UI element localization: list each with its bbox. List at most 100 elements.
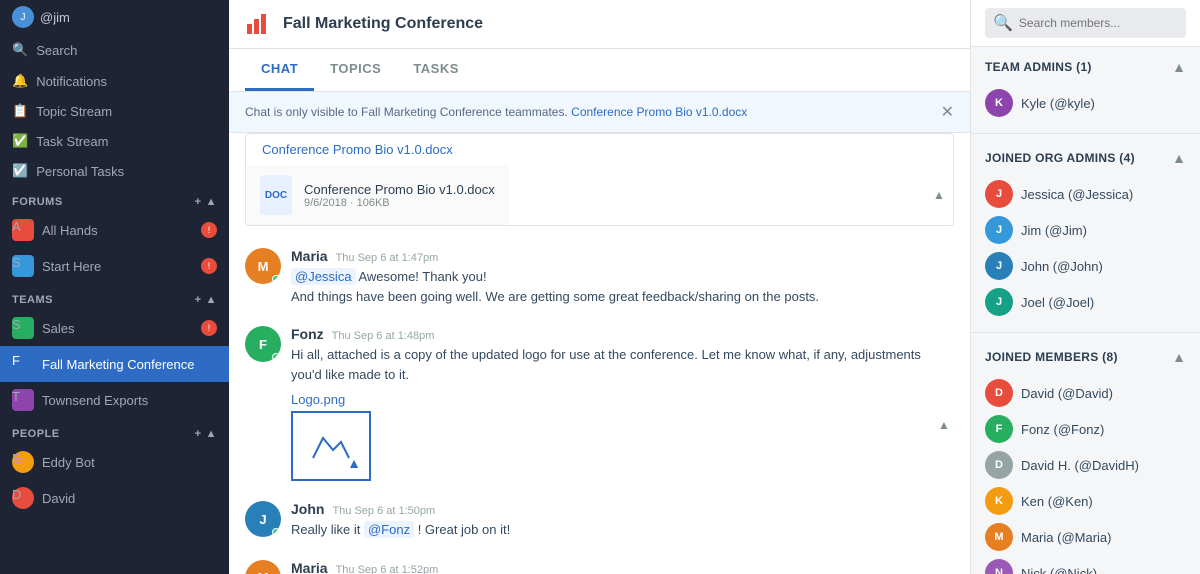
sidebar-item-personal-tasks[interactable]: ☑️ Personal Tasks	[0, 156, 229, 186]
kyle-name: Kyle (@kyle)	[1021, 96, 1095, 111]
user-avatar: J	[12, 6, 34, 28]
david-h-name: David H. (@DavidH)	[1021, 458, 1139, 473]
sales-icon: S	[12, 317, 34, 339]
people-collapse-icon[interactable]: ▲	[206, 428, 217, 440]
message-author-fonz: Fonz	[291, 326, 324, 342]
jessica-name: Jessica (@Jessica)	[1021, 187, 1133, 202]
member-search-input[interactable]	[1019, 16, 1178, 30]
notifications-label: Notifications	[36, 74, 107, 89]
tab-topics[interactable]: TOPICS	[314, 49, 397, 91]
team-admins-section: TEAM ADMINS (1) ▲ K Kyle (@kyle)	[971, 47, 1200, 129]
org-admins-header: JOINED ORG ADMINS (4) ▲	[985, 150, 1186, 166]
message-time-john: Thu Sep 6 at 1:50pm	[332, 505, 435, 517]
message-text-fonz: Hi all, attached is a copy of the update…	[291, 345, 954, 384]
tab-tasks[interactable]: TASKS	[397, 49, 475, 91]
member-jim[interactable]: J Jim (@Jim)	[985, 212, 1186, 248]
member-ken[interactable]: K Ken (@Ken)	[985, 483, 1186, 519]
start-here-badge: !	[201, 258, 217, 274]
personal-tasks-label: Personal Tasks	[36, 164, 124, 179]
file-preview-1: DOC Conference Promo Bio v1.0.docx 9/6/2…	[246, 165, 509, 225]
david-h-avatar: D	[985, 451, 1013, 479]
topic-stream-icon: 📋	[12, 103, 28, 119]
members-toggle[interactable]: ▲	[1172, 349, 1186, 365]
joel-name: Joel (@Joel)	[1021, 295, 1094, 310]
people-controls: + ▲	[195, 428, 217, 440]
all-hands-icon: A	[12, 219, 34, 241]
team-admins-title: TEAM ADMINS (1)	[985, 60, 1092, 74]
message-author-john: John	[291, 501, 324, 517]
fonz-panel-name: Fonz (@Fonz)	[1021, 422, 1104, 437]
member-search-bar[interactable]: 🔍	[985, 8, 1186, 38]
people-label: PEOPLE	[12, 428, 60, 440]
sales-badge: !	[201, 320, 217, 336]
member-fonz[interactable]: F Fonz (@Fonz)	[985, 411, 1186, 447]
info-bar: Chat is only visible to Fall Marketing C…	[229, 92, 970, 133]
maria-avatar-2: M	[245, 560, 281, 574]
maria-panel-name: Maria (@Maria)	[1021, 530, 1111, 545]
john-avatar: J	[245, 501, 281, 537]
people-add-icon[interactable]: +	[195, 428, 202, 440]
image-attachment-logo: Logo.png ▲	[291, 392, 954, 481]
info-bar-link[interactable]: Conference Promo Bio v1.0.docx	[571, 105, 747, 119]
right-panel-header: 🔍	[971, 0, 1200, 47]
message-text-maria-1-line1: @Jessica Awesome! Thank you!	[291, 267, 954, 287]
sidebar-item-start-here[interactable]: S Start Here !	[0, 248, 229, 284]
notifications-icon: 🔔	[12, 73, 28, 89]
message-john: J John Thu Sep 6 at 1:50pm Really like i…	[229, 491, 970, 550]
john-panel-name: John (@John)	[1021, 259, 1103, 274]
close-button[interactable]: ✕	[941, 102, 954, 122]
logo-collapse-button[interactable]: ▲	[934, 415, 954, 435]
logo-link[interactable]: Logo.png	[291, 392, 954, 407]
search-item[interactable]: 🔍 Search	[0, 34, 229, 66]
member-joel[interactable]: J Joel (@Joel)	[985, 284, 1186, 320]
sidebar: J @jim 🔍 Search 🔔 Notifications 📋 Topic …	[0, 0, 229, 574]
john-online-indicator	[272, 528, 280, 536]
sidebar-user-item[interactable]: J @jim	[0, 0, 229, 34]
logo-image-placeholder	[291, 411, 371, 481]
message-author-maria-1: Maria	[291, 248, 328, 264]
sidebar-item-townsend[interactable]: T Townsend Exports	[0, 382, 229, 418]
message-time-maria-2: Thu Sep 6 at 1:52pm	[336, 564, 439, 574]
member-david[interactable]: D David (@David)	[985, 375, 1186, 411]
main-header: Fall Marketing Conference	[229, 0, 970, 49]
sidebar-item-notifications[interactable]: 🔔 Notifications	[0, 66, 229, 96]
forums-add-icon[interactable]: +	[195, 196, 202, 208]
sidebar-item-eddy-bot[interactable]: E Eddy Bot	[0, 444, 229, 480]
file1-collapse-button[interactable]: ▲	[929, 185, 949, 205]
sidebar-item-david[interactable]: D David	[0, 480, 229, 516]
mention-fonz-1[interactable]: @Fonz	[364, 521, 414, 538]
member-jessica[interactable]: J Jessica (@Jessica)	[985, 176, 1186, 212]
file-link-1[interactable]: Conference Promo Bio v1.0.docx	[246, 134, 953, 165]
townsend-label: Townsend Exports	[42, 393, 148, 408]
sidebar-item-sales[interactable]: S Sales !	[0, 310, 229, 346]
fall-marketing-icon: F	[12, 353, 34, 375]
message-header-john: John Thu Sep 6 at 1:50pm	[291, 501, 954, 517]
david-avatar: D	[12, 487, 34, 509]
team-admins-toggle[interactable]: ▲	[1172, 59, 1186, 75]
org-admins-toggle[interactable]: ▲	[1172, 150, 1186, 166]
tab-bar: CHAT TOPICS TASKS	[229, 49, 970, 92]
member-john[interactable]: J John (@John)	[985, 248, 1186, 284]
member-maria[interactable]: M Maria (@Maria)	[985, 519, 1186, 555]
sidebar-item-task-stream[interactable]: ✅ Task Stream	[0, 126, 229, 156]
fonz-online-indicator	[272, 353, 280, 361]
member-nick[interactable]: N Nick (@Nick)	[985, 555, 1186, 574]
forums-collapse-icon[interactable]: ▲	[206, 196, 217, 208]
tab-chat[interactable]: CHAT	[245, 49, 314, 91]
john-panel-avatar: J	[985, 252, 1013, 280]
member-kyle[interactable]: K Kyle (@kyle)	[985, 85, 1186, 121]
teams-collapse-icon[interactable]: ▲	[206, 294, 217, 306]
file-info-1: Conference Promo Bio v1.0.docx 9/6/2018 …	[304, 182, 495, 209]
mention-jessica[interactable]: @Jessica	[291, 268, 356, 285]
member-david-h[interactable]: D David H. (@DavidH)	[985, 447, 1186, 483]
message-header-maria-1: Maria Thu Sep 6 at 1:47pm	[291, 248, 954, 264]
teams-section-header: TEAMS + ▲	[0, 284, 229, 310]
online-indicator	[272, 275, 280, 283]
right-panel: 🔍 TEAM ADMINS (1) ▲ K Kyle (@kyle) JOINE…	[970, 0, 1200, 574]
sidebar-item-topic-stream[interactable]: 📋 Topic Stream	[0, 96, 229, 126]
jim-avatar: J	[985, 216, 1013, 244]
main-content: Fall Marketing Conference CHAT TOPICS TA…	[229, 0, 970, 574]
teams-add-icon[interactable]: +	[195, 294, 202, 306]
sidebar-item-fall-marketing[interactable]: F Fall Marketing Conference	[0, 346, 229, 382]
sidebar-item-all-hands[interactable]: A All Hands !	[0, 212, 229, 248]
